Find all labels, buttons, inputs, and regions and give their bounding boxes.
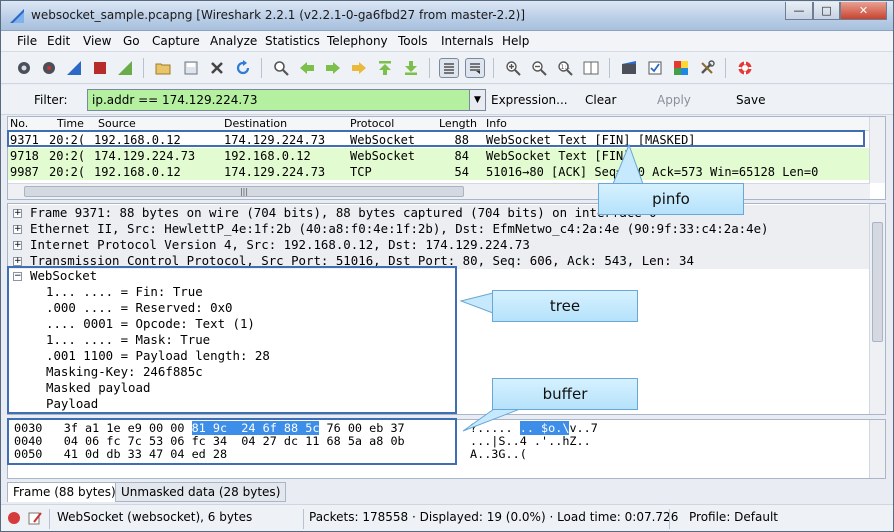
tree-callout: tree	[492, 290, 638, 322]
callout-pointers	[459, 143, 644, 432]
buffer-callout: buffer	[492, 378, 638, 410]
wireshark-window: websocket_sample.pcapng [Wireshark 2.2.1…	[0, 0, 894, 532]
pinfo-callout: pinfo	[598, 183, 744, 215]
